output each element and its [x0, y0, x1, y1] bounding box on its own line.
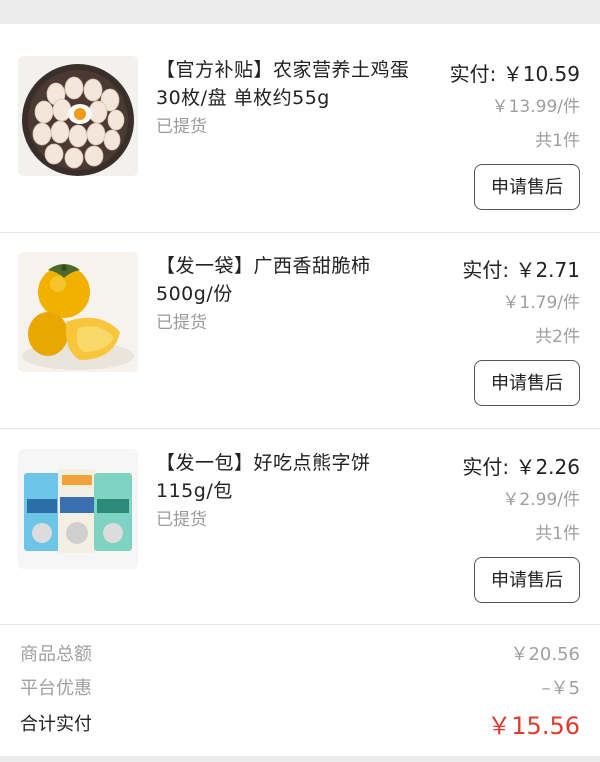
pickup-status: 已提货	[156, 117, 207, 137]
after-sale-button[interactable]: 申请售后	[474, 360, 580, 406]
persimmon-image	[18, 252, 138, 372]
unit-price: ￥13.99/件	[491, 97, 580, 117]
order-item: 【发一包】好吃点熊字饼 115g/包 已提货 实付: ￥2.26 ￥2.99/件…	[0, 439, 600, 635]
paid-amount: 实付: ￥2.26	[462, 455, 580, 479]
unit-price: ￥1.79/件	[502, 293, 580, 313]
goods-total-value: ￥20.56	[510, 644, 580, 665]
order-item: 【官方补贴】农家营养土鸡蛋 30枚/盘 单枚约55g 已提货 实付: ￥10.5…	[0, 46, 600, 242]
eggs-photo[interactable]	[18, 56, 138, 176]
after-sale-button[interactable]: 申请售后	[474, 164, 580, 210]
pickup-status: 已提货	[156, 510, 207, 530]
discount-value: –￥5	[541, 678, 580, 699]
quantity: 共1件	[535, 524, 580, 544]
order-item: 【发一袋】广西香甜脆柿 500g/份 已提货 实付: ￥2.71 ￥1.79/件…	[0, 242, 600, 438]
quantity: 共2件	[535, 327, 580, 347]
after-sale-button[interactable]: 申请售后	[474, 557, 580, 603]
product-title[interactable]: 【官方补贴】农家营养土鸡蛋 30枚/盘 单枚约55g	[156, 56, 426, 112]
goods-total-label: 商品总额	[20, 644, 92, 665]
quantity: 共1件	[535, 131, 580, 151]
total-paid-label: 合计实付	[20, 714, 92, 735]
divider	[0, 232, 600, 233]
unit-price: ￥2.99/件	[502, 490, 580, 510]
top-spacer	[0, 0, 600, 24]
product-title[interactable]: 【发一袋】广西香甜脆柿 500g/份	[156, 252, 426, 308]
pickup-status: 已提货	[156, 313, 207, 333]
persimmon-photo[interactable]	[18, 252, 138, 372]
eggs-image	[18, 56, 138, 176]
biscuit-bags-photo[interactable]	[18, 449, 138, 569]
total-paid-value: ￥15.56	[487, 712, 580, 740]
discount-label: 平台优惠	[20, 678, 92, 699]
product-title[interactable]: 【发一包】好吃点熊字饼 115g/包	[156, 449, 426, 505]
divider	[0, 428, 600, 429]
paid-amount: 实付: ￥10.59	[449, 62, 580, 86]
paid-amount: 实付: ￥2.71	[462, 258, 580, 282]
biscuit-image	[18, 449, 138, 569]
divider	[0, 624, 600, 625]
order-card: 【官方补贴】农家营养土鸡蛋 30枚/盘 单枚约55g 已提货 实付: ￥10.5…	[0, 24, 600, 756]
